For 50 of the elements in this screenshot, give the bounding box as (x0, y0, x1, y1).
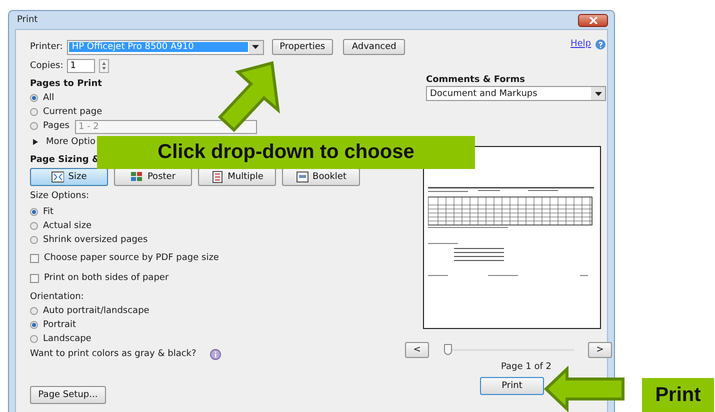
section-heading: Orientation: (30, 292, 85, 304)
radio-button[interactable]: All (30, 91, 54, 105)
multiple-icon (210, 171, 224, 183)
mode-tab[interactable]: Multiple (198, 168, 276, 186)
previous-page-button[interactable]: < (405, 342, 429, 358)
comments-forms-dropdown[interactable]: Document and Markups (426, 86, 606, 101)
radio-button[interactable]: Current page (30, 105, 102, 119)
copies-label: Copies: (30, 61, 64, 71)
radio-button[interactable]: Portrait (30, 318, 76, 332)
poster-icon (130, 171, 144, 183)
callout-banner: Click drop-down to choose (97, 136, 475, 169)
section-heading: Pages to Print (30, 79, 103, 91)
advanced-button[interactable]: Advanced (343, 39, 405, 55)
radio-button[interactable]: Shrink oversized pages (30, 233, 148, 247)
page-count-label: Page 1 of 2 (501, 362, 552, 374)
radio-button[interactable]: Auto portrait/landscape (30, 304, 150, 318)
checkbox[interactable]: Print on both sides of paper (30, 269, 169, 287)
checkbox[interactable]: Choose paper source by PDF page size (30, 249, 219, 267)
close-button[interactable] (578, 14, 608, 26)
expand-triangle-icon (33, 139, 38, 145)
properties-button[interactable]: Properties (272, 39, 334, 55)
info-icon (210, 348, 222, 360)
radio-button[interactable]: Pages (30, 119, 70, 133)
radio-button[interactable]: Landscape (30, 332, 92, 346)
page-setup-button[interactable]: Page Setup... (30, 386, 106, 404)
radio-button[interactable]: Actual size (30, 219, 92, 233)
page-slider[interactable] (444, 344, 574, 356)
print-colors-question: Want to print colors as gray & black? (30, 349, 196, 359)
mode-tab[interactable]: Size (30, 168, 108, 186)
section-heading: Comments & Forms (426, 75, 525, 86)
copies-spinner[interactable] (99, 59, 110, 73)
mode-tab[interactable]: Poster (114, 168, 192, 186)
help-link[interactable]: Help (570, 39, 591, 49)
radio-button[interactable]: Fit (30, 205, 54, 219)
printer-label: Printer: (30, 42, 63, 52)
caret-icon (594, 92, 602, 96)
close-icon (588, 16, 598, 24)
help-icon (595, 38, 606, 50)
slider-thumb[interactable] (444, 344, 452, 355)
more-options-toggle[interactable]: More Optio (30, 135, 96, 149)
booklet-icon (296, 171, 309, 183)
copies-field[interactable]: 1 (67, 59, 96, 73)
next-page-button[interactable]: > (588, 342, 612, 358)
section-heading: Size Options: (30, 191, 90, 203)
caret-icon (252, 45, 259, 49)
mode-tab[interactable]: Booklet (282, 168, 360, 186)
window-title: Print (16, 15, 38, 25)
print-button[interactable]: Print (480, 377, 544, 395)
callout-label: Print (642, 378, 714, 412)
size-icon (51, 171, 64, 183)
